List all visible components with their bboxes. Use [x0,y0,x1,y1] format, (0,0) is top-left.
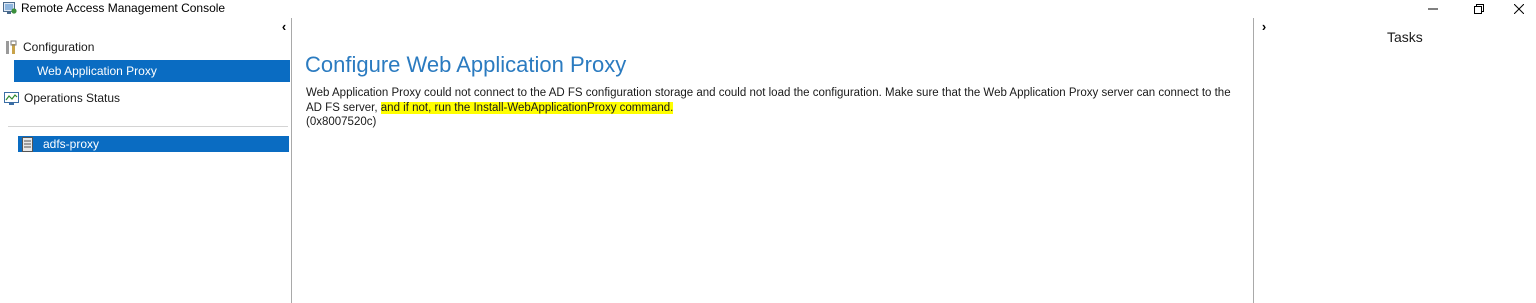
nav-configuration[interactable]: Configuration [4,39,94,55]
error-code: (0x8007520c) [306,116,377,128]
server-name: adfs-proxy [43,137,100,151]
remote-access-console-icon [3,2,17,14]
error-message-highlighted: and if not, run the Install-WebApplicati… [380,102,674,114]
tasks-pane: › Tasks [1254,18,1536,303]
collapse-pane-button[interactable]: ‹ [278,20,290,34]
server-list-item[interactable]: adfs-proxy [18,136,289,152]
error-message: Web Application Proxy could not connect … [306,86,1242,116]
window-title: Remote Access Management Console [21,1,226,15]
close-button[interactable] [1502,0,1536,18]
restore-button[interactable] [1456,0,1502,18]
nav-operations-status[interactable]: Operations Status [4,90,120,106]
expand-pane-button[interactable]: › [1258,20,1270,34]
restore-icon [1474,4,1484,14]
title-bar: Remote Access Management Console [0,0,1536,18]
close-icon [1514,4,1524,14]
page-title: Configure Web Application Proxy [305,52,627,77]
minimize-icon [1428,8,1438,10]
navigation-pane: ‹ Configuration Web Application Proxy Op… [0,18,292,303]
minimize-button[interactable] [1410,0,1456,18]
monitor-chart-icon [4,91,19,105]
pane-divider [8,126,288,127]
nav-configuration-label: Configuration [23,40,95,54]
server-icon [22,136,33,152]
nav-web-application-proxy[interactable]: Web Application Proxy [14,60,290,82]
main-content-pane: Configure Web Application Proxy Web Appl… [292,18,1254,303]
tasks-title: Tasks [1387,29,1423,45]
nav-operations-status-label: Operations Status [24,91,121,105]
tools-icon [6,40,17,54]
